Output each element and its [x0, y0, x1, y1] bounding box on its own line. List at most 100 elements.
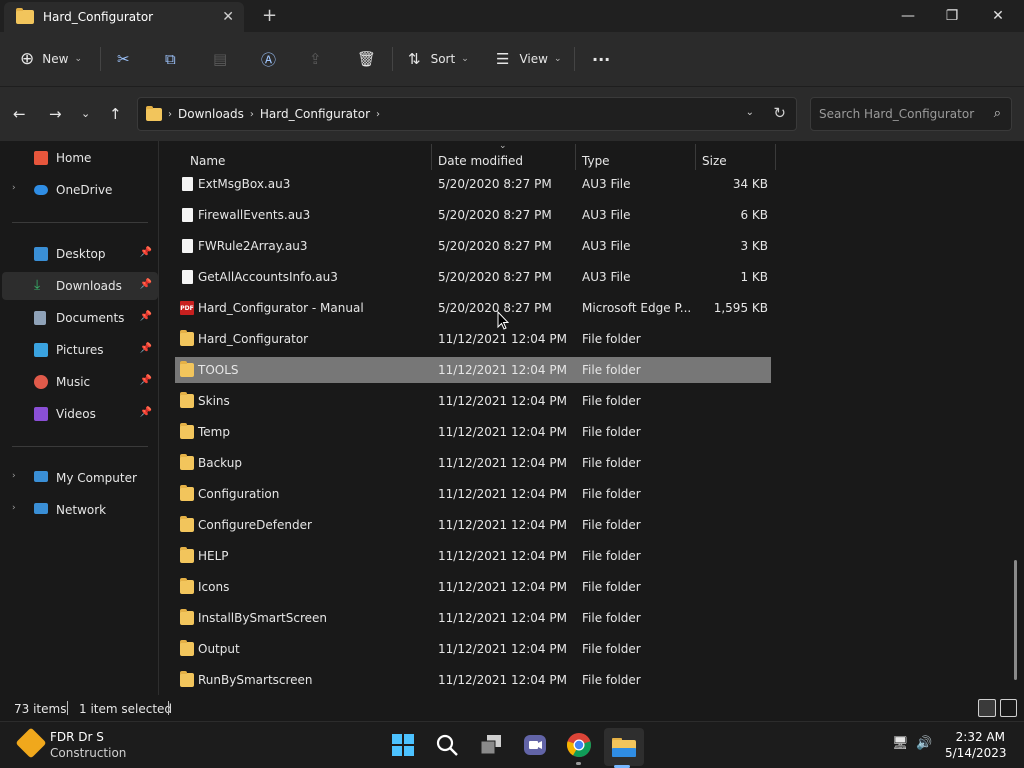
new-tab-button[interactable]: + [262, 5, 277, 26]
sidebar-item-music[interactable]: Music 📌 [2, 368, 158, 396]
close-window-button[interactable]: ✕ [976, 4, 1020, 28]
sidebar-item-downloads[interactable]: ⤓ Downloads 📌 [2, 272, 158, 300]
navigation-pane: Home › OneDrive Desktop 📌 ⤓ Downloads 📌 … [0, 141, 158, 695]
cut-button[interactable]: ✂ [117, 46, 130, 72]
pin-icon[interactable]: 📌 [140, 311, 152, 322]
sidebar-item-home[interactable]: Home [2, 144, 158, 172]
pin-icon[interactable]: 📌 [140, 279, 152, 290]
back-button[interactable]: ← [13, 105, 26, 123]
chevron-right-icon[interactable]: › [12, 183, 16, 193]
column-header-name[interactable]: Name [190, 149, 430, 173]
chevron-right-icon[interactable]: › [12, 503, 16, 513]
copy-button[interactable]: ⧉ [165, 46, 176, 72]
chat-app-button[interactable] [522, 732, 548, 758]
share-button[interactable]: ⇪ [309, 46, 322, 72]
sidebar-item-network[interactable]: › Network [2, 496, 158, 524]
more-options-button[interactable]: ··· [592, 46, 610, 72]
pin-icon[interactable]: 📌 [140, 407, 152, 418]
refresh-icon[interactable]: ↻ [773, 104, 786, 122]
network-status-icon[interactable]: 🖥 [892, 736, 909, 751]
view-button[interactable]: ☰ View ⌄ [496, 46, 561, 72]
table-row[interactable]: ExtMsgBox.au3 5/20/2020 8:27 PM AU3 File 34… [175, 171, 771, 197]
forward-button[interactable]: → [49, 105, 62, 123]
recent-locations-button[interactable]: ⌄ [81, 107, 90, 120]
breadcrumb-hard-configurator[interactable]: Hard_Configurator [260, 107, 370, 121]
file-type: File folder [582, 487, 641, 501]
table-row[interactable]: TOOLS 11/12/2021 12:04 PM File folder [175, 357, 771, 383]
rename-button[interactable]: Ⓐ [261, 46, 276, 72]
chevron-right-icon[interactable]: › [12, 471, 16, 481]
chevron-right-icon[interactable]: › [168, 109, 172, 120]
widget-subtitle[interactable]: Construction [50, 746, 126, 760]
column-divider[interactable] [575, 144, 576, 170]
new-button[interactable]: ⊕ New ⌄ [20, 46, 82, 72]
details-view-icon[interactable] [978, 699, 996, 717]
sort-button[interactable]: ⇅ Sort ⌄ [408, 46, 469, 72]
column-divider[interactable] [431, 144, 432, 170]
file-size: 1,595 KB [713, 301, 768, 315]
clock-date[interactable]: 5/14/2023 [945, 746, 1007, 760]
table-row[interactable]: Temp 11/12/2021 12:04 PM File folder [175, 419, 771, 445]
widget-title[interactable]: FDR Dr S [50, 730, 104, 744]
table-row[interactable]: Hard_Configurator 11/12/2021 12:04 PM File… [175, 326, 771, 352]
table-row[interactable]: InstallBySmartScreen 11/12/2021 12:04 PM F… [175, 605, 771, 631]
construction-sign-icon[interactable] [15, 727, 47, 759]
delete-button[interactable]: 🗑 [357, 46, 376, 72]
table-row[interactable]: Output 11/12/2021 12:04 PM File folder [175, 636, 771, 662]
address-bar[interactable]: › Downloads › Hard_Configurator › ⌄ ↻ [137, 97, 797, 131]
table-row[interactable]: Backup 11/12/2021 12:04 PM File folder [175, 450, 771, 476]
table-row[interactable]: Configuration 11/12/2021 12:04 PM File fol… [175, 481, 771, 507]
paste-button[interactable]: ▤ [213, 46, 227, 72]
file-type: AU3 File [582, 208, 631, 222]
column-header-date[interactable]: Date modified [438, 149, 568, 173]
vertical-scrollbar[interactable] [1014, 560, 1017, 680]
pin-icon[interactable]: 📌 [140, 247, 152, 258]
column-header-size[interactable]: Size [702, 149, 772, 173]
sort-label: Sort [430, 52, 456, 66]
volume-icon[interactable]: 🔊 [916, 736, 932, 751]
breadcrumb-downloads[interactable]: Downloads [178, 107, 244, 121]
file-name: RunBySmartscreen [198, 673, 313, 687]
table-row[interactable]: RunBySmartscreen 11/12/2021 12:04 PM File … [175, 667, 771, 693]
table-row[interactable]: FWRule2Array.au3 5/20/2020 8:27 PM AU3 Fil… [175, 233, 771, 259]
address-dropdown-icon[interactable]: ⌄ [746, 107, 754, 118]
table-row[interactable]: PDF Hard_Configurator - Manual 5/20/2020 8… [175, 295, 771, 321]
file-date: 5/20/2020 8:27 PM [438, 301, 552, 315]
pin-icon[interactable]: 📌 [140, 343, 152, 354]
start-button[interactable] [390, 732, 416, 758]
sidebar-item-my-computer[interactable]: › My Computer [2, 464, 158, 492]
title-bar: Hard_Configurator ✕ + — ❐ ✕ [0, 0, 1024, 32]
folder-icon [16, 8, 34, 24]
window-tab[interactable]: Hard_Configurator ✕ [4, 2, 244, 32]
minimize-button[interactable]: — [886, 4, 930, 28]
tab-close-icon[interactable]: ✕ [222, 9, 234, 25]
pin-icon[interactable]: 📌 [140, 375, 152, 386]
chevron-right-icon[interactable]: › [376, 109, 380, 120]
sidebar-item-videos[interactable]: Videos 📌 [2, 400, 158, 428]
task-view-button[interactable] [478, 732, 504, 758]
table-row[interactable]: ConfigureDefender 11/12/2021 12:04 PM File… [175, 512, 771, 538]
up-button[interactable]: ↑ [109, 105, 122, 123]
clock-time[interactable]: 2:32 AM [955, 730, 1005, 744]
table-row[interactable]: Skins 11/12/2021 12:04 PM File folder [175, 388, 771, 414]
file-name: FWRule2Array.au3 [198, 239, 308, 253]
column-divider[interactable] [775, 144, 776, 170]
taskbar-search-button[interactable] [434, 732, 460, 758]
maximize-button[interactable]: ❐ [930, 4, 974, 28]
sidebar-item-desktop[interactable]: Desktop 📌 [2, 240, 158, 268]
sidebar-item-documents[interactable]: Documents 📌 [2, 304, 158, 332]
tiles-view-icon[interactable] [1000, 699, 1017, 717]
table-row[interactable]: HELP 11/12/2021 12:04 PM File folder [175, 543, 771, 569]
table-row[interactable]: FirewallEvents.au3 5/20/2020 8:27 PM AU3 F… [175, 202, 771, 228]
sidebar-item-onedrive[interactable]: › OneDrive [2, 176, 158, 204]
chevron-right-icon[interactable]: › [250, 109, 254, 120]
column-divider[interactable] [695, 144, 696, 170]
table-row[interactable]: GetAllAccountsInfo.au3 5/20/2020 8:27 PM A… [175, 264, 771, 290]
search-input[interactable]: Search Hard_Configurator ⌕ [810, 97, 1012, 131]
column-header-type[interactable]: Type [582, 149, 682, 173]
table-row[interactable]: Icons 11/12/2021 12:04 PM File folder [175, 574, 771, 600]
sidebar-item-pictures[interactable]: Pictures 📌 [2, 336, 158, 364]
file-name: Hard_Configurator - Manual [198, 301, 364, 315]
file-explorer-button[interactable] [604, 728, 644, 766]
chrome-button[interactable] [566, 732, 592, 758]
